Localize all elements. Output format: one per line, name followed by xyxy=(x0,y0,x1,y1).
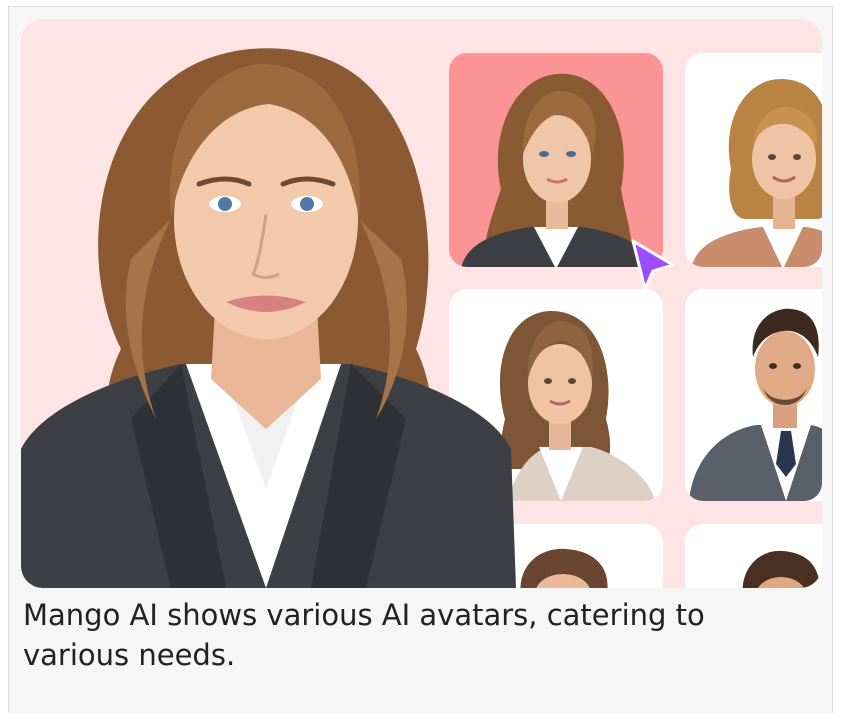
avatar-tile-selected[interactable] xyxy=(449,53,663,269)
avatar-tile[interactable] xyxy=(685,524,822,588)
avatar-tile[interactable] xyxy=(685,289,822,501)
image-caption: Mango AI shows various AI avatars, cater… xyxy=(23,598,705,672)
avatar-gallery-image xyxy=(21,19,822,588)
avatar-tile[interactable] xyxy=(685,53,822,269)
figure-card: Mango AI shows various AI avatars, cater… xyxy=(8,6,833,713)
